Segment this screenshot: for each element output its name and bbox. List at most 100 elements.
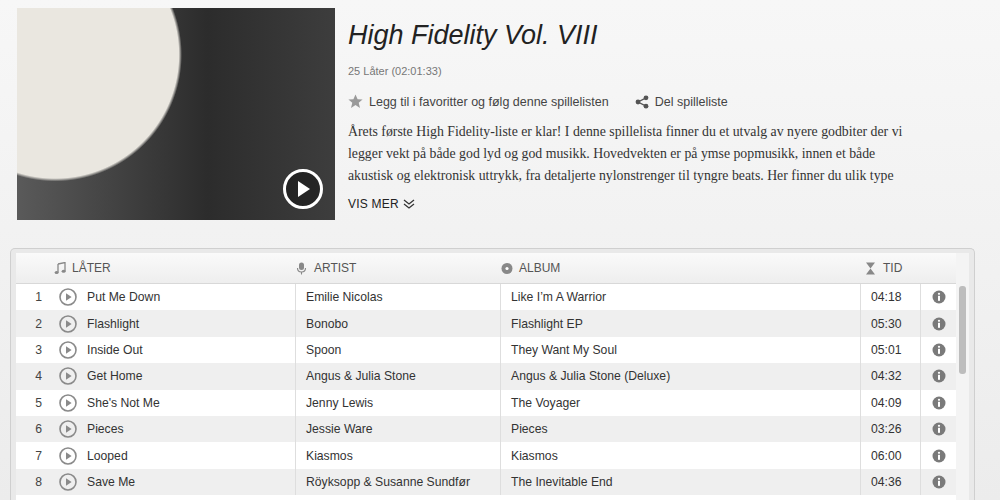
info-icon[interactable] [932, 396, 946, 410]
artist-name[interactable]: Spoon [306, 343, 341, 357]
artist-cell: Emilie Nicolas [296, 284, 501, 310]
album-name[interactable]: They Want My Soul [511, 343, 617, 357]
playlist-header: High Fidelity Vol. VIII25 Låter (02:01:3… [0, 0, 1000, 232]
playlist-description: Årets første High Fidelity-liste er klar… [348, 121, 978, 187]
artist-cell: Röyksopp & Susanne Sundfør [296, 469, 501, 495]
album-cell: Pieces [501, 416, 861, 442]
info-icon[interactable] [932, 422, 946, 436]
track-title: Pieces [87, 422, 124, 436]
time-cell: 04:18 [861, 284, 921, 310]
album-name[interactable]: Kiasmos [511, 449, 558, 463]
artist-cell: Kiasmos [296, 442, 501, 468]
artist-name[interactable]: Bonobo [306, 317, 348, 331]
info-icon[interactable] [932, 343, 946, 357]
artist-name[interactable]: Jenny Lewis [306, 396, 373, 410]
show-more-button[interactable]: VIS MER [348, 197, 978, 211]
artist-name[interactable]: Röyksopp & Susanne Sundfør [306, 475, 470, 489]
info-icon[interactable] [932, 475, 946, 489]
scrollbar-thumb[interactable] [959, 286, 966, 374]
table-row[interactable]: 7 Looped Kiasmos Kiasmos 06:00 [16, 442, 956, 468]
track-title: She's Not Me [87, 396, 160, 410]
cover-image [17, 8, 335, 220]
table-row[interactable]: 4Get Home Angus & Julia Stone Angus & Juli… [16, 363, 956, 389]
info-cell [921, 310, 956, 336]
column-header[interactable]: ALBUM [501, 253, 861, 283]
track-number: 3 [16, 343, 42, 357]
track-time: 05:30 [871, 317, 902, 331]
track-number: 2 [16, 317, 42, 331]
track-title: Flashlight [87, 317, 139, 331]
artist-name[interactable]: Kiasmos [306, 449, 353, 463]
description-line: akustisk og elektronisk uttrykk, fra det… [348, 165, 978, 187]
album-name[interactable]: The Voyager [511, 396, 580, 410]
info-icon[interactable] [932, 369, 946, 383]
track-title: Looped [87, 449, 128, 463]
table-row[interactable]: 1 Put Me Down Emilie Nicolas Like I’m A War… [16, 284, 956, 310]
share-button[interactable]: Del spilleliste [635, 95, 728, 109]
track-table: LÅTER ARTIST ALBUM TID 1 Put Me Down Emilie Ni… [16, 253, 956, 500]
time-cell: 04:09 [861, 390, 921, 416]
info-icon[interactable] [932, 317, 946, 331]
play-circle-icon[interactable] [59, 473, 77, 491]
play-circle-icon[interactable] [59, 367, 77, 385]
column-label: LÅTER [72, 261, 111, 275]
track-time: 04:36 [871, 475, 902, 489]
table-row[interactable]: 3Inside OutSpoonThey Want My Soul05:01 [16, 337, 956, 363]
favorite-label: Legg til i favoritter og følg denne spil… [369, 95, 609, 109]
track-title: Put Me Down [87, 290, 160, 304]
track-time: 06:00 [871, 449, 902, 463]
table-row[interactable]: 5 She's Not Me Jenny Lewis The Voyager 04:09 [16, 390, 956, 416]
artist-name[interactable]: Angus & Julia Stone [306, 369, 416, 383]
track-number: 6 [16, 422, 42, 436]
info-icon[interactable] [932, 449, 946, 463]
microphone-icon [296, 262, 308, 275]
artist-cell: Bonobo [296, 310, 501, 336]
info-cell [921, 284, 956, 310]
share-icon [635, 95, 649, 109]
time-cell: 04:32 [861, 363, 921, 389]
track-cell: 8Save Me [16, 469, 296, 495]
play-icon [295, 180, 311, 198]
album-name[interactable]: Angus & Julia Stone (Deluxe) [511, 369, 670, 383]
track-number: 7 [16, 449, 42, 463]
table-row[interactable]: 8Save Me Röyksopp & Susanne Sundfør The In… [16, 469, 956, 495]
artist-name[interactable]: Emilie Nicolas [306, 290, 383, 304]
track-time: 03:26 [871, 422, 902, 436]
track-cell: 2 Flashlight [16, 310, 296, 336]
track-cell: 6 Pieces [16, 416, 296, 442]
table-row[interactable]: 6 Pieces Jessie Ware Pieces 03:26 [16, 416, 956, 442]
album-name[interactable]: Like I’m A Warrior [511, 290, 606, 304]
track-time: 04:18 [871, 290, 902, 304]
track-number: 1 [16, 290, 42, 304]
play-circle-icon[interactable] [59, 341, 77, 359]
track-time: 04:32 [871, 369, 902, 383]
info-cell [921, 469, 956, 495]
album-name[interactable]: Flashlight EP [511, 317, 583, 331]
track-cell: 4Get Home [16, 363, 296, 389]
play-circle-icon[interactable] [59, 420, 77, 438]
track-number: 5 [16, 396, 42, 410]
column-header[interactable]: ARTIST [296, 253, 501, 283]
time-cell: 05:01 [861, 337, 921, 363]
track-cell: 1 Put Me Down [16, 284, 296, 310]
info-icon[interactable] [932, 290, 946, 304]
play-circle-icon[interactable] [59, 288, 77, 306]
description-line: Årets første High Fidelity-liste er klar… [348, 121, 978, 143]
play-circle-icon[interactable] [59, 447, 77, 465]
track-list-panel: LÅTER ARTIST ALBUM TID 1 Put Me Down Emilie Ni… [10, 248, 975, 500]
play-circle-icon[interactable] [59, 315, 77, 333]
album-name[interactable]: Pieces [511, 422, 548, 436]
disc-icon [501, 262, 513, 275]
scrollbar[interactable] [956, 253, 969, 500]
album-cell: Flashlight EP [501, 310, 861, 336]
play-circle-icon[interactable] [59, 394, 77, 412]
column-label: ALBUM [519, 261, 560, 275]
artist-name[interactable]: Jessie Ware [306, 422, 373, 436]
album-name[interactable]: The Inevitable End [511, 475, 613, 489]
table-row[interactable]: 2 Flashlight Bonobo Flashlight EP 05:30 [16, 310, 956, 336]
table-header: LÅTER ARTIST ALBUM TID [16, 253, 956, 284]
column-header[interactable]: LÅTER [16, 253, 296, 283]
column-header[interactable]: TID [861, 253, 921, 283]
favorite-button[interactable]: Legg til i favoritter og følg denne spil… [348, 94, 609, 109]
cover-play-button[interactable] [283, 169, 323, 209]
